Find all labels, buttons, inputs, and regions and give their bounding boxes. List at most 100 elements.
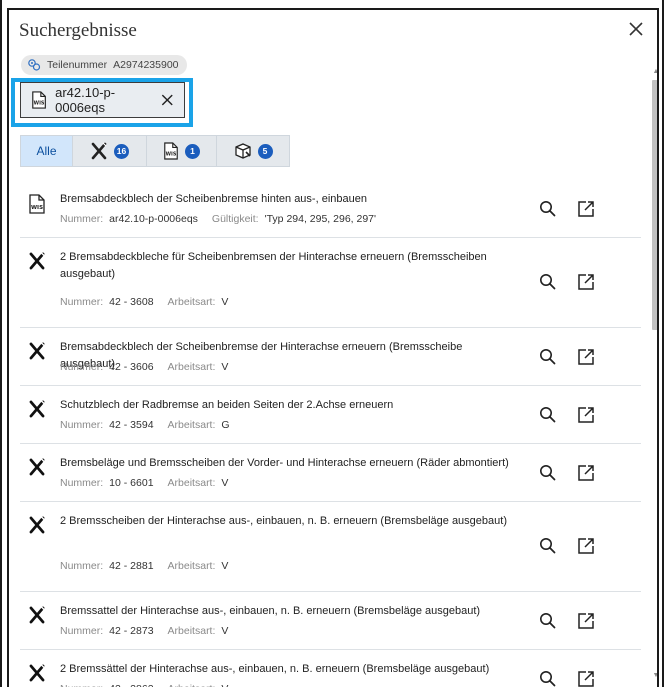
number-value: 42 - 2873	[109, 625, 154, 637]
search-icon[interactable]	[538, 463, 558, 483]
tab-packages[interactable]: 5	[217, 136, 289, 166]
search-icon[interactable]	[538, 199, 558, 219]
open-external-icon[interactable]	[576, 199, 596, 219]
result-meta: Nummer: ar42.10-p-0006eqs Gültigkeit: 'Typ …	[60, 213, 376, 225]
tab-tools-count: 16	[113, 143, 130, 159]
tab-documents-count: 1	[185, 143, 200, 159]
result-row[interactable]: 2 Bremssättel der Hinterachse aus-, einb…	[20, 650, 641, 687]
open-external-icon[interactable]	[576, 669, 596, 687]
wis-document-icon: WIS	[164, 142, 178, 160]
result-row[interactable]: 2 Bremsscheiben der Hinterachse aus-, ei…	[20, 502, 641, 592]
scroll-up-arrow-icon[interactable]: ▲	[652, 68, 657, 76]
open-external-icon[interactable]	[576, 463, 596, 483]
search-icon[interactable]	[538, 347, 558, 367]
open-external-icon[interactable]	[576, 405, 596, 425]
attribute-label: Arbeitsart:	[167, 296, 216, 308]
number-value: 42 - 3606	[109, 361, 154, 373]
dialog-title: Suchergebnisse	[19, 20, 137, 41]
result-title[interactable]: Bremsbeläge und Bremsscheiben der Vorder…	[60, 455, 520, 472]
tools-icon	[28, 606, 46, 624]
result-title[interactable]: 2 Bremsscheiben der Hinterachse aus-, ei…	[60, 513, 520, 530]
search-icon[interactable]	[538, 669, 558, 687]
result-meta: Nummer: 10 - 6601 Arbeitsart: V	[60, 477, 228, 489]
search-icon[interactable]	[538, 272, 558, 292]
chip-label: Teilenummer	[47, 59, 108, 71]
open-external-icon[interactable]	[576, 347, 596, 367]
tools-icon	[28, 252, 46, 270]
search-icon[interactable]	[538, 536, 558, 556]
svg-text:WIS: WIS	[31, 205, 43, 211]
number-value: 42 - 3594	[109, 419, 154, 431]
attribute-label: Arbeitsart:	[167, 560, 216, 572]
number-label: Nummer:	[60, 683, 103, 687]
wis-document-icon: WIS	[28, 194, 46, 214]
chip-value: A2974235900	[113, 59, 179, 71]
open-external-icon[interactable]	[576, 272, 596, 292]
window-edge-left	[0, 0, 2, 687]
attribute-label: Arbeitsart:	[167, 419, 216, 431]
result-meta: Nummer: 42 - 3606 Arbeitsart: V	[60, 361, 228, 373]
result-meta: Nummer: 42 - 3594 Arbeitsart: G	[60, 419, 230, 431]
result-row[interactable]: Bremsabdeckblech der Scheibenbremse der …	[20, 328, 641, 386]
remove-filter-close-icon[interactable]	[161, 93, 174, 107]
result-row[interactable]: Bremsbeläge und Bremsscheiben der Vorder…	[20, 444, 641, 502]
search-icon[interactable]	[538, 611, 558, 631]
attribute-value: V	[221, 683, 228, 687]
result-meta: Nummer: 42 - 2881 Arbeitsart: V	[60, 560, 228, 572]
tools-icon	[28, 400, 46, 418]
open-external-icon[interactable]	[576, 611, 596, 631]
result-title[interactable]: Bremssattel der Hinterachse aus-, einbau…	[60, 603, 520, 620]
attribute-value: 'Typ 294, 295, 296, 297'	[264, 213, 377, 225]
tools-icon	[28, 458, 46, 476]
attribute-label: Gültigkeit:	[211, 213, 259, 225]
svg-text:WIS: WIS	[34, 100, 45, 106]
part-number-chip: Teilenummer A2974235900	[21, 55, 187, 75]
attribute-value: V	[221, 361, 229, 373]
number-label: Nummer:	[60, 625, 104, 637]
scrollbar[interactable]: ▲ ▼	[651, 66, 657, 686]
tab-all-label: Alle	[36, 144, 57, 158]
attribute-value: V	[221, 560, 229, 572]
result-row[interactable]: 2 Bremsabdeckbleche für Scheibenbremsen …	[20, 238, 641, 328]
result-title[interactable]: 2 Bremsabdeckbleche für Scheibenbremsen …	[60, 249, 520, 283]
attribute-value: G	[221, 419, 230, 431]
number-value: 10 - 6601	[109, 477, 154, 489]
search-icon[interactable]	[538, 405, 558, 425]
result-row[interactable]: Bremssattel der Hinterachse aus-, einbau…	[20, 592, 641, 650]
tab-documents[interactable]: WIS 1	[147, 136, 217, 166]
tab-all[interactable]: Alle	[21, 136, 73, 166]
parts-icon	[28, 59, 41, 71]
tab-packages-count: 5	[257, 143, 273, 159]
result-title[interactable]: Bremsabdeckblech der Scheibenbremse hint…	[60, 191, 520, 208]
tools-icon	[91, 142, 107, 160]
package-icon	[234, 143, 251, 159]
scroll-thumb[interactable]	[652, 80, 657, 330]
tools-icon	[28, 342, 46, 360]
number-label: Nummer:	[60, 213, 104, 225]
attribute-label: Arbeitsart:	[168, 683, 216, 687]
result-meta: Nummer: 42 - 2873 Arbeitsart: V	[60, 625, 228, 637]
active-filter-tag[interactable]: WIS ar42.10-p-0006eqs	[20, 82, 185, 118]
attribute-value: V	[221, 296, 229, 308]
result-meta: Nummer: 42 - 3608 Arbeitsart: V	[60, 296, 228, 308]
number-label: Nummer:	[60, 419, 104, 431]
close-icon[interactable]	[625, 18, 647, 40]
result-title[interactable]: Schutzblech der Radbremse an beiden Seit…	[60, 397, 520, 414]
number-label: Nummer:	[60, 361, 104, 373]
number-value: 42 - 3608	[109, 296, 154, 308]
tab-tools[interactable]: 16	[73, 136, 147, 166]
attribute-value: V	[221, 625, 229, 637]
attribute-label: Arbeitsart:	[167, 625, 216, 637]
active-filter-label: ar42.10-p-0006eqs	[55, 85, 116, 115]
wis-document-icon: WIS	[32, 91, 46, 109]
open-external-icon[interactable]	[576, 536, 596, 556]
result-row[interactable]: Schutzblech der Radbremse an beiden Seit…	[20, 386, 641, 444]
tools-icon	[28, 516, 46, 534]
result-title[interactable]: 2 Bremssättel der Hinterachse aus-, einb…	[60, 661, 520, 678]
scroll-down-arrow-icon[interactable]: ▼	[652, 672, 657, 680]
result-row[interactable]: WIS Bremsabdeckblech der Scheibenbremse h…	[20, 180, 641, 238]
attribute-label: Arbeitsart:	[167, 477, 216, 489]
svg-text:WIS: WIS	[166, 151, 177, 157]
number-label: Nummer:	[60, 296, 104, 308]
result-meta: Nummer: 42 - 2862 Arbeitsart: V	[60, 683, 228, 687]
